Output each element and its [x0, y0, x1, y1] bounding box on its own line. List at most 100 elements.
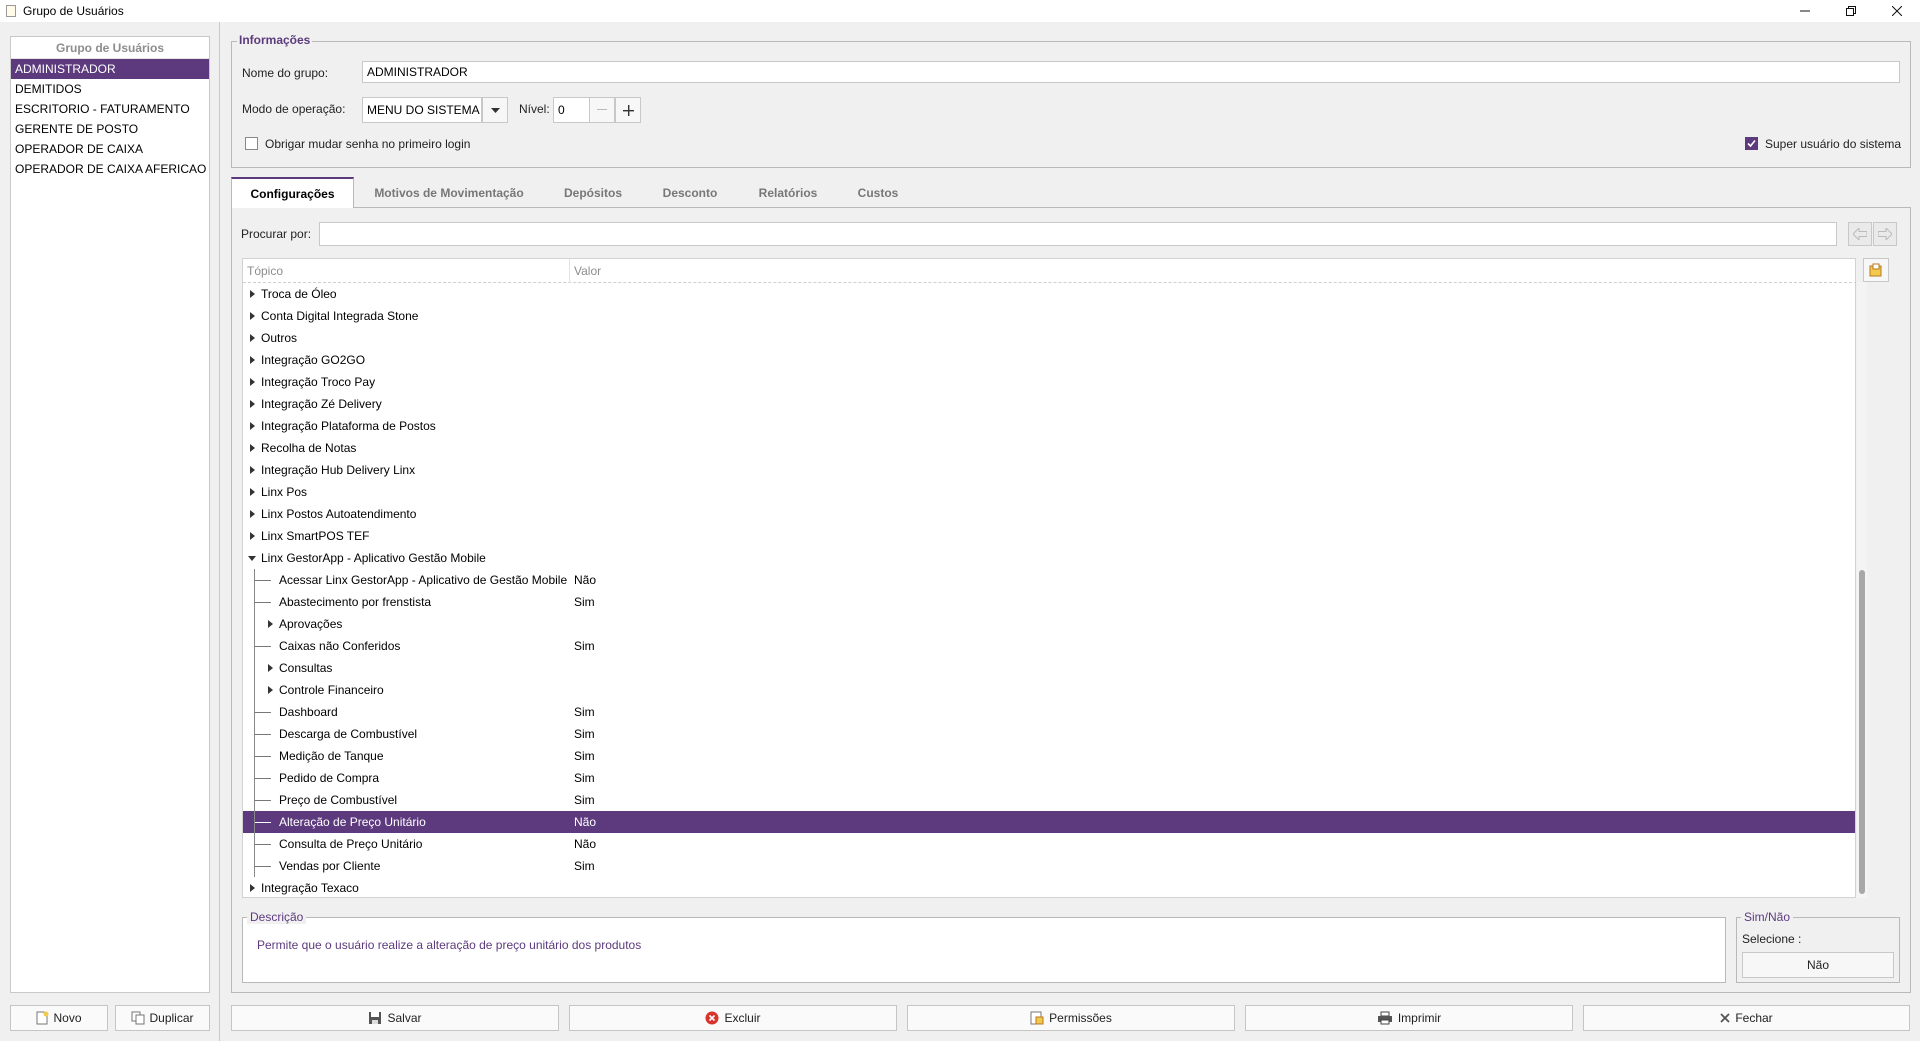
tab-configuracoes[interactable]: Configurações: [231, 177, 354, 209]
expand-triangle-right-icon[interactable]: [247, 283, 257, 305]
nivel-increment-button[interactable]: [615, 97, 641, 123]
tree-row-label: Linx Pos: [261, 485, 308, 499]
tree-row[interactable]: Acessar Linx GestorApp - Aplicativo de G…: [243, 569, 1855, 591]
expand-triangle-right-icon[interactable]: [247, 481, 257, 503]
close-button[interactable]: [1874, 0, 1920, 22]
tree-scrollbar[interactable]: [1857, 282, 1867, 898]
tree-row[interactable]: Pedido de Compra Sim: [243, 767, 1855, 789]
modo-operacao-dropdown-button[interactable]: [482, 97, 508, 123]
tree-row-value: Sim: [574, 595, 595, 609]
group-item[interactable]: GERENTE DE POSTO: [11, 119, 209, 139]
expand-triangle-right-icon[interactable]: [265, 613, 275, 635]
expand-triangle-right-icon[interactable]: [247, 327, 257, 349]
duplicate-icon: [131, 1011, 145, 1025]
minimize-button[interactable]: [1782, 0, 1828, 22]
expand-triangle-right-icon[interactable]: [247, 437, 257, 459]
tree-row[interactable]: Preço de Combustível Sim: [243, 789, 1855, 811]
tree-row[interactable]: Consulta de Preço Unitário Não: [243, 833, 1855, 855]
tab-custos[interactable]: Custos: [838, 177, 918, 209]
expand-triangle-right-icon[interactable]: [247, 349, 257, 371]
tab-desconto[interactable]: Desconto: [642, 177, 738, 209]
group-item[interactable]: ESCRITORIO - FATURAMENTO: [11, 99, 209, 119]
expand-triangle-right-icon[interactable]: [265, 679, 275, 701]
group-item[interactable]: DEMITIDOS: [11, 79, 209, 99]
tree-row-label: Integração GO2GO: [261, 353, 366, 367]
tree-row[interactable]: Integração Texaco: [243, 877, 1855, 897]
tree-row[interactable]: Alteração de Preço Unitário Não: [243, 811, 1855, 833]
tree-row[interactable]: Integração Plataforma de Postos: [243, 415, 1855, 437]
tree-row[interactable]: Linx Pos: [243, 481, 1855, 503]
nivel-decrement-button[interactable]: [589, 97, 615, 123]
tab-relatorios[interactable]: Relatórios: [738, 177, 838, 209]
tree-row[interactable]: Dashboard Sim: [243, 701, 1855, 723]
tree-row[interactable]: Abastecimento por frenstista Sim: [243, 591, 1855, 613]
tree-row[interactable]: Consultas: [243, 657, 1855, 679]
modo-operacao-select[interactable]: MENU DO SISTEMA: [362, 97, 482, 123]
tree-row[interactable]: Controle Financeiro: [243, 679, 1855, 701]
simnao-toggle-button[interactable]: Não: [1742, 952, 1894, 978]
search-next-button[interactable]: [1873, 222, 1897, 246]
tree-rows: Troca de Óleo Conta Digital Integrada Sto…: [243, 283, 1855, 897]
tab-motivos-movimentacao[interactable]: Motivos de Movimentação: [354, 177, 544, 209]
expand-triangle-right-icon[interactable]: [247, 393, 257, 415]
permissoes-button[interactable]: Permissões: [907, 1005, 1235, 1031]
group-item[interactable]: OPERADOR DE CAIXA: [11, 139, 209, 159]
novo-button[interactable]: Novo: [10, 1005, 108, 1031]
column-header-valor[interactable]: Valor: [569, 259, 1855, 283]
tree-guide-line: [254, 679, 255, 701]
expand-triangle-right-icon[interactable]: [247, 305, 257, 327]
tree-row-label: Consulta de Preço Unitário: [279, 837, 423, 851]
tree-row[interactable]: Integração Hub Delivery Linx: [243, 459, 1855, 481]
tree-row[interactable]: Vendas por Cliente Sim: [243, 855, 1855, 877]
tree-row-value: Não: [574, 815, 597, 829]
salvar-button[interactable]: Salvar: [231, 1005, 559, 1031]
tree-row[interactable]: Integração GO2GO: [243, 349, 1855, 371]
expand-triangle-right-icon[interactable]: [247, 371, 257, 393]
imprimir-button-label: Imprimir: [1397, 1011, 1442, 1025]
group-item[interactable]: OPERADOR DE CAIXA AFERICAO: [11, 159, 209, 179]
tab-depositos[interactable]: Depósitos: [544, 177, 642, 209]
fechar-button[interactable]: Fechar: [1583, 1005, 1910, 1031]
tree-row[interactable]: Caixas não Conferidos Sim: [243, 635, 1855, 657]
expand-triangle-right-icon[interactable]: [247, 503, 257, 525]
group-item[interactable]: ADMINISTRADOR: [11, 59, 209, 79]
nome-grupo-input[interactable]: ADMINISTRADOR: [362, 61, 1900, 83]
procurar-input[interactable]: [319, 222, 1837, 246]
tree-row[interactable]: Integração Troco Pay: [243, 371, 1855, 393]
expand-triangle-down-icon[interactable]: [247, 547, 257, 569]
minus-icon: [597, 109, 607, 110]
close-x-icon: [1720, 1013, 1730, 1023]
imprimir-button[interactable]: Imprimir: [1245, 1005, 1573, 1031]
column-header-topico[interactable]: Tópico: [243, 259, 569, 283]
tree-row[interactable]: Troca de Óleo: [243, 283, 1855, 305]
expand-triangle-right-icon[interactable]: [247, 525, 257, 547]
expand-triangle-right-icon[interactable]: [265, 657, 275, 679]
tree-row[interactable]: Aprovações: [243, 613, 1855, 635]
tree-row[interactable]: Outros: [243, 327, 1855, 349]
expand-triangle-right-icon[interactable]: [247, 459, 257, 481]
super-usuario-label: Super usuário do sistema: [1765, 137, 1902, 151]
obrigar-senha-checkbox[interactable]: [245, 137, 258, 150]
tree-scrollbar-thumb[interactable]: [1859, 570, 1865, 894]
tree-row[interactable]: Integração Zé Delivery: [243, 393, 1855, 415]
nivel-input[interactable]: 0: [553, 97, 592, 123]
tree-row[interactable]: Linx SmartPOS TEF: [243, 525, 1855, 547]
tree-row[interactable]: Linx GestorApp - Aplicativo Gestão Mobil…: [243, 547, 1855, 569]
excluir-button[interactable]: Excluir: [569, 1005, 897, 1031]
descricao-legend: Descrição: [247, 910, 307, 924]
restore-button[interactable]: [1828, 0, 1874, 22]
tree-row[interactable]: Recolha de Notas: [243, 437, 1855, 459]
tree-export-button[interactable]: [1863, 258, 1889, 282]
tree-row[interactable]: Conta Digital Integrada Stone: [243, 305, 1855, 327]
search-previous-button[interactable]: [1848, 222, 1872, 246]
expand-triangle-right-icon[interactable]: [247, 877, 257, 897]
tree-row[interactable]: Descarga de Combustível Sim: [243, 723, 1855, 745]
expand-triangle-right-icon[interactable]: [247, 415, 257, 437]
tree-row[interactable]: Medição de Tanque Sim: [243, 745, 1855, 767]
tree-row-value: Não: [574, 573, 597, 587]
descricao-group: Permite que o usuário realize a alteraçã…: [242, 917, 1726, 983]
tree-row[interactable]: Linx Postos Autoatendimento: [243, 503, 1855, 525]
tree-branch-line: [255, 602, 271, 603]
duplicar-button[interactable]: Duplicar: [115, 1005, 210, 1031]
super-usuario-checkbox[interactable]: [1745, 137, 1758, 150]
